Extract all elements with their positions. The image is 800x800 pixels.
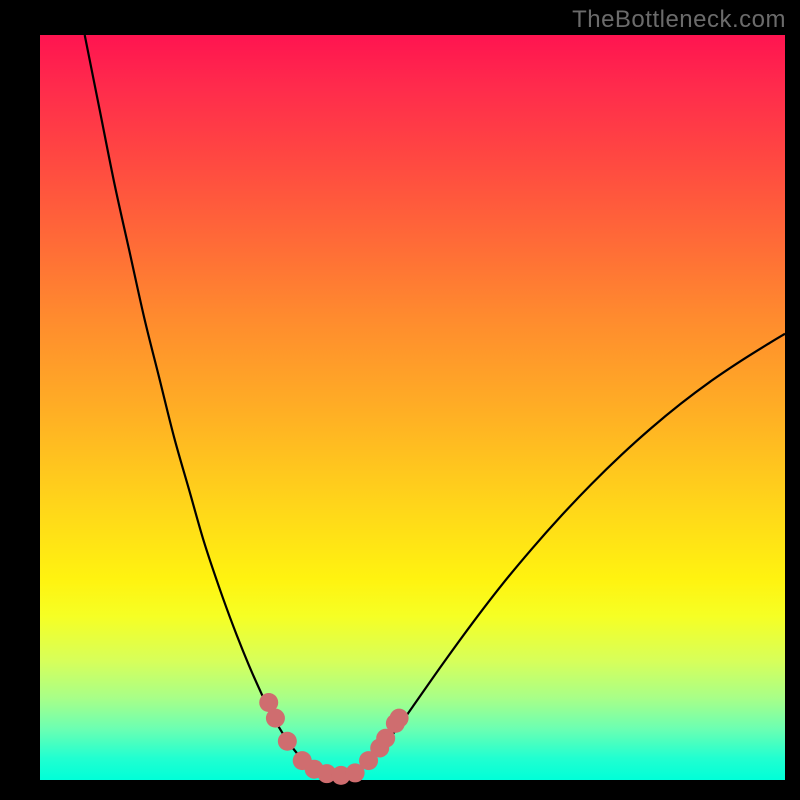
chart-svg	[40, 35, 785, 780]
curve-marker	[278, 732, 297, 751]
watermark-text: TheBottleneck.com	[572, 6, 786, 34]
right-curve	[368, 334, 785, 762]
valley-markers	[259, 693, 408, 785]
chart-frame: TheBottleneck.com	[0, 0, 800, 800]
curve-marker	[266, 709, 285, 728]
left-curve	[85, 35, 309, 765]
plot-area	[40, 35, 785, 780]
curve-marker	[390, 709, 409, 728]
